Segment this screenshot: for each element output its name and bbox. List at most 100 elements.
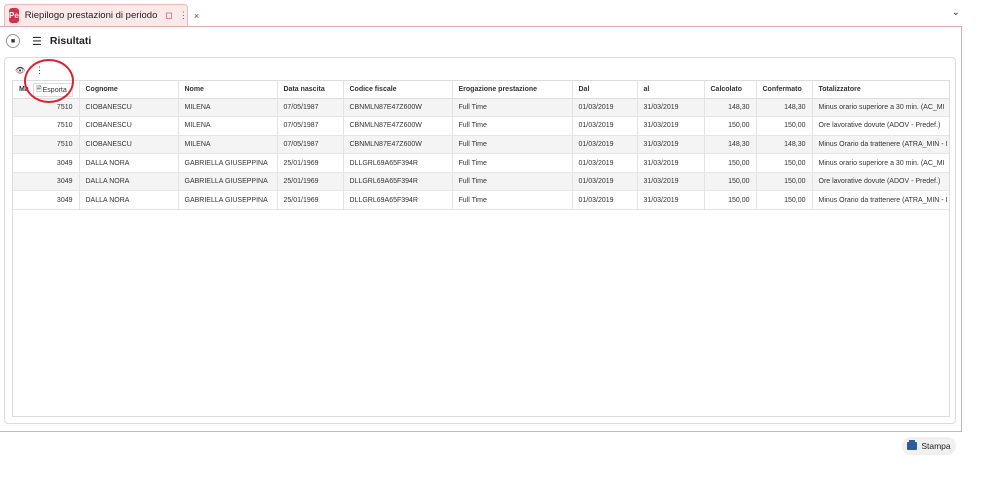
table-cell: GABRIELLA GIUSEPPINA [178,190,278,211]
table-cell: CBNMLN87E47Z600W [343,98,453,118]
table-cell: Full Time [452,116,573,136]
table-cell: DLLGRL69A65F394R [343,190,453,211]
table-cell: Minus Orario da trattenere (ATRA_MIN - I [812,135,949,155]
table-cell: DALLA NORA [79,190,179,211]
eye-icon[interactable]: 👁 [15,66,25,75]
table-cell: 31/03/2019 [637,190,705,211]
table-cell: DLLGRL69A65F394R [343,153,453,173]
column-header[interactable]: Nome [178,81,278,99]
export-icon: 🗎 [36,85,42,93]
table-cell: 31/03/2019 [637,98,705,118]
table-cell: Full Time [452,98,573,118]
table-cell: 150,00 [704,116,757,136]
table-cell: 150,00 [704,153,757,173]
table-cell: 31/03/2019 [637,153,705,173]
table-cell: 25/01/1969 [277,190,344,211]
table-cell: MILENA [178,135,278,155]
table-cell: 150,00 [756,190,813,211]
column-header[interactable]: Calcolato [704,81,757,99]
table-row[interactable]: 3049 DALLA NORA GABRIELLA GIUSEPPINA 25/01/… [13,190,949,211]
panel-toggle-icon[interactable]: ■ [6,34,20,48]
table-cell: 07/05/1987 [277,98,344,118]
tab-title: Riepilogo prestazioni di periodo [24,10,158,21]
table-cell: 148,30 [704,98,757,118]
chevron-down-icon[interactable]: ⌄ [952,7,960,18]
table-cell: DALLA NORA [79,153,179,173]
table-cell: 01/03/2019 [572,135,638,155]
table-cell: Full Time [452,172,573,192]
table-cell: CIOBANESCU [79,135,179,155]
table-cell: 3049 [13,190,80,211]
column-header[interactable]: Dal [572,81,638,99]
export-label: Esporta [42,86,67,94]
table-cell: GABRIELLA GIUSEPPINA [178,172,278,192]
table-cell: MILENA [178,98,278,118]
table-cell: Minus Orario da trattenere (ATRA_MIN - I [812,190,949,211]
table-cell: Full Time [452,153,573,173]
table-cell: Full Time [452,135,573,155]
table-cell: CIOBANESCU [79,116,179,136]
table-cell: 7510 [13,135,80,155]
table-cell: 148,30 [756,135,813,155]
table-cell: 31/03/2019 [637,135,705,155]
table-cell: 150,00 [756,172,813,192]
close-icon[interactable]: × [194,11,199,21]
results-card: 👁 ⋮ Ma Cognome Nome Data nascita Codice … [4,57,956,424]
table-cell: 7510 [13,116,80,136]
table-cell: 01/03/2019 [572,153,638,173]
table-cell: DALLA NORA [79,172,179,192]
tab-riepilogo[interactable]: Pe Riepilogo prestazioni di periodo ◻ ⋮ … [4,4,199,26]
more-vert-icon[interactable]: ⋮ [179,10,188,21]
list-icon: ☰ [32,35,42,48]
table-cell: 31/03/2019 [637,172,705,192]
table-row[interactable]: 3049 DALLA NORA GABRIELLA GIUSEPPINA 25/01/… [13,172,949,192]
table-cell: 150,00 [704,172,757,192]
table-cell: MILENA [178,116,278,136]
column-header[interactable]: Confermato [756,81,813,99]
app-logo: Pe [9,8,19,23]
table-header-row: Ma Cognome Nome Data nascita Codice fisc… [13,81,949,99]
table-cell: 3049 [13,172,80,192]
table-cell: DLLGRL69A65F394R [343,172,453,192]
table-row[interactable]: 7510 CIOBANESCU MILENA 07/05/1987 CBNMLN87E4… [13,135,949,155]
results-table: Ma Cognome Nome Data nascita Codice fisc… [12,80,950,417]
table-cell: 7510 [13,98,80,118]
more-vert-icon[interactable]: ⋮ [35,65,44,76]
table-cell: Minus orario superiore a 30 min. (AC_MI [812,98,949,118]
column-header[interactable]: Totalizzatore [812,81,949,99]
table-cell: 148,30 [704,135,757,155]
column-header[interactable]: Erogazione prestazione [452,81,573,99]
export-menu-item[interactable]: 🗎 Esporta [33,83,73,97]
print-button[interactable]: Stampa [902,437,956,455]
table-cell: Minus orario superiore a 30 min. (AC_MI [812,153,949,173]
table-cell: Ore lavorative dovute (ADOV - Predef.) [812,116,949,136]
table-cell: GABRIELLA GIUSEPPINA [178,153,278,173]
table-cell: 3049 [13,153,80,173]
table-toolbar: 👁 ⋮ [15,64,44,76]
print-label: Stampa [921,441,951,451]
table-cell: 150,00 [704,190,757,211]
table-cell: 01/03/2019 [572,116,638,136]
table-cell: 01/03/2019 [572,172,638,192]
page: Pe Riepilogo prestazioni di periodo ◻ ⋮ … [0,0,1000,490]
table-cell: 25/01/1969 [277,172,344,192]
section-header: ■ ☰ Risultati [6,32,91,50]
table-cell: Ore lavorative dovute (ADOV - Predef.) [812,172,949,192]
table-cell: CBNMLN87E47Z600W [343,116,453,136]
table-row[interactable]: 7510 CIOBANESCU MILENA 07/05/1987 CBNMLN87E4… [13,98,949,118]
table-row[interactable]: 3049 DALLA NORA GABRIELLA GIUSEPPINA 25/01/… [13,153,949,173]
printer-icon [907,440,918,450]
table-cell: 150,00 [756,153,813,173]
column-header[interactable]: Cognome [79,81,179,99]
table-cell: 07/05/1987 [277,116,344,136]
column-header[interactable]: Data nascita [277,81,344,99]
column-header[interactable]: Codice fiscale [343,81,453,99]
page-title: Risultati [49,35,92,47]
table-row[interactable]: 7510 CIOBANESCU MILENA 07/05/1987 CBNMLN87E4… [13,116,949,136]
bookmark-icon[interactable]: ◻ [165,10,172,21]
column-header[interactable]: al [637,81,705,99]
table-cell: Full Time [452,190,573,211]
table-cell: 01/03/2019 [572,190,638,211]
table-cell: 25/01/1969 [277,153,344,173]
table-cell: 150,00 [756,116,813,136]
